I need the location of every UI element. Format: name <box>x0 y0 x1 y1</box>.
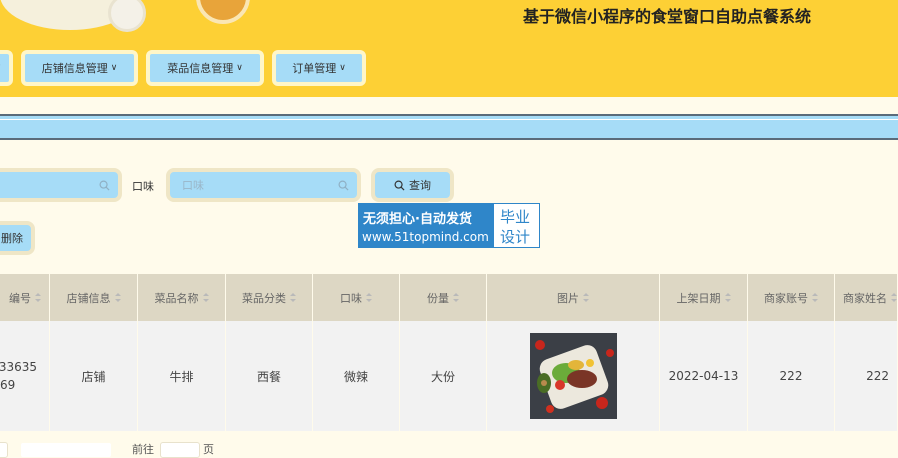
column-header-portion[interactable]: 份量 <box>400 274 487 321</box>
cell-date: 2022-04-13 <box>660 321 748 431</box>
query-button-label: 查询 <box>409 179 431 192</box>
cell-category: 西餐 <box>226 321 313 431</box>
pager-goto-label: 前往 <box>132 443 154 456</box>
column-header-category[interactable]: 菜品分类 <box>226 274 313 321</box>
sort-icon <box>114 293 121 302</box>
watermark-label-2: 设计 <box>500 228 531 246</box>
column-header-shop[interactable]: 店铺信息 <box>50 274 138 321</box>
table-header: 编号 店铺信息 菜品名称 菜品分类 口味 份量 图片 上架日期 商家账号 商家姓… <box>0 274 898 321</box>
query-button[interactable]: 查询 <box>371 168 454 202</box>
search-input-partial[interactable] <box>0 168 122 202</box>
cell-shop: 店铺 <box>50 321 138 431</box>
header-decoration-bun <box>196 0 250 24</box>
sort-icon <box>812 293 818 302</box>
app-header: 基于微信小程序的食堂窗口自助点餐系统 <box>0 0 898 45</box>
sort-icon <box>290 293 296 302</box>
chevron-down-icon: ∨ <box>0 63 1 73</box>
top-navbar: ∨ 店铺信息管理 ∨ 菜品信息管理 ∨ 订单管理 ∨ <box>0 45 898 97</box>
dish-photo[interactable] <box>529 333 617 419</box>
cell-dish: 牛排 <box>138 321 226 431</box>
nav-label: 订单管理 <box>292 62 337 75</box>
site-title: 基于微信小程序的食堂窗口自助点餐系统 <box>522 7 811 26</box>
sort-icon <box>35 293 41 302</box>
chevron-down-icon: ∨ <box>110 63 118 73</box>
nav-item-dish-info[interactable]: 菜品信息管理 ∨ <box>146 50 264 86</box>
sort-icon <box>366 293 372 302</box>
sort-icon <box>453 293 459 302</box>
sort-icon <box>202 293 209 302</box>
nav-label: 菜品信息管理 <box>167 62 234 75</box>
column-header-merchant[interactable]: 商家姓名 <box>835 274 898 321</box>
delete-button-label: 删除 <box>1 232 23 245</box>
cell-id: 333635 69 <box>0 321 50 431</box>
nav-item-orders[interactable]: 订单管理 ∨ <box>272 50 366 86</box>
search-icon <box>338 180 349 191</box>
column-header-dish[interactable]: 菜品名称 <box>138 274 226 321</box>
column-header-taste[interactable]: 口味 <box>313 274 400 321</box>
column-header-id[interactable]: 编号 <box>0 274 50 321</box>
chevron-down-icon: ∨ <box>236 63 243 73</box>
watermark-banner: 无须担心·自动发货 www.51topmind.com 毕业 设计 <box>358 203 540 248</box>
nav-item-prev[interactable]: ∨ <box>0 50 13 86</box>
cell-image <box>487 321 660 431</box>
breadcrumb-band <box>0 114 898 140</box>
nav-item-shop-info[interactable]: 店铺信息管理 ∨ <box>21 50 138 86</box>
delete-button[interactable]: 删除 <box>0 221 35 255</box>
pager-prev-button[interactable] <box>0 442 8 458</box>
nav-label: 店铺信息管理 <box>41 62 108 75</box>
cell-portion: 大份 <box>400 321 487 431</box>
taste-label: 口味 <box>132 180 154 193</box>
chevron-down-icon: ∨ <box>339 63 346 73</box>
search-icon <box>99 180 110 191</box>
column-header-account[interactable]: 商家账号 <box>748 274 835 321</box>
cell-account: 222 <box>748 321 835 431</box>
search-icon <box>394 180 405 191</box>
watermark-slogan: 无须担心·自动发货 <box>363 212 472 227</box>
column-header-date[interactable]: 上架日期 <box>660 274 748 321</box>
pager-page-suffix: 页 <box>203 443 214 456</box>
header-decoration-bowl <box>108 0 146 32</box>
cell-merchant: 222 <box>835 321 898 431</box>
table-row[interactable]: 333635 69 店铺 牛排 西餐 微辣 大份 <box>0 321 898 431</box>
sort-icon <box>724 293 731 302</box>
watermark-label-1: 毕业 <box>500 208 531 226</box>
pager-pages[interactable] <box>20 442 112 458</box>
watermark-url: www.51topmind.com <box>362 230 489 244</box>
pager-goto-input[interactable] <box>160 442 200 458</box>
sort-icon <box>891 293 897 302</box>
column-header-image[interactable]: 图片 <box>487 274 660 321</box>
taste-search-field[interactable] <box>166 168 361 202</box>
sort-icon <box>583 293 589 302</box>
taste-input[interactable] <box>170 172 357 198</box>
cell-taste: 微辣 <box>313 321 400 431</box>
